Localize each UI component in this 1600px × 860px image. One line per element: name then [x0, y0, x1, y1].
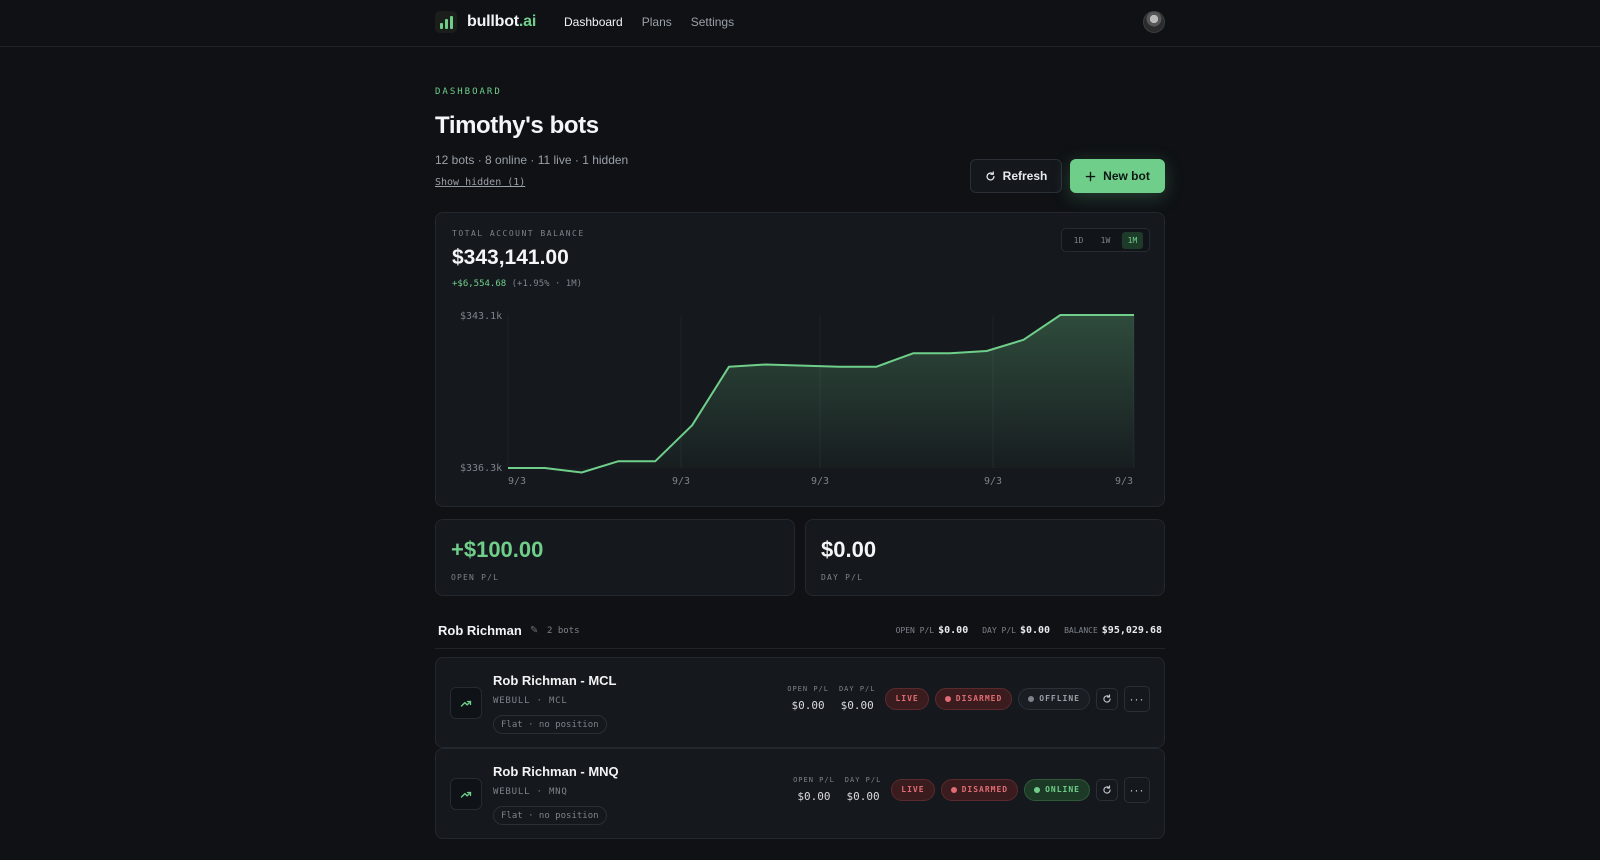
group-name: Rob Richman — [438, 623, 522, 638]
page-title: Timothy's bots — [435, 112, 599, 139]
balance-change: +$6,554.68 (+1.95% · 1M) — [452, 279, 582, 289]
balance-change-suffix: (+1.95% · 1M) — [511, 279, 583, 289]
bot-row[interactable]: Rob Richman - MNQ WEBULL · MNQ Flat · no… — [435, 748, 1165, 839]
open-pl-card: +$100.00 OPEN P/L — [435, 519, 795, 596]
connection-badge: OFFLINE — [1018, 687, 1090, 710]
bot-meta: WEBULL · MCL — [493, 696, 568, 706]
bot-open-pl: OPEN P/L $0.00 — [787, 685, 829, 712]
balance-value: $343,141.00 — [452, 246, 569, 269]
bot-day-pl: DAY P/L $0.00 — [844, 776, 882, 803]
arm-badge[interactable]: DISARMED — [940, 778, 1019, 801]
logo-icon — [435, 11, 457, 33]
group-balance: BALANCE $95,029.68 — [1064, 625, 1162, 636]
bot-open-pl: OPEN P/L $0.00 — [793, 776, 835, 803]
x-tick-label: 9/3 — [1115, 476, 1133, 487]
nav-links: Dashboard Plans Settings — [564, 15, 734, 29]
status-dot-icon — [1034, 786, 1041, 793]
status-dot-icon — [1028, 695, 1035, 702]
plus-icon — [1085, 171, 1096, 181]
refresh-label: Refresh — [1002, 169, 1048, 183]
x-tick-label: 9/3 — [672, 476, 690, 487]
nav-dashboard[interactable]: Dashboard — [564, 15, 623, 29]
group-count: 2 bots — [547, 626, 580, 636]
x-tick-label: 9/3 — [811, 476, 829, 487]
more-icon[interactable]: ··· — [1124, 685, 1150, 712]
balance-change-amount: +$6,554.68 — [452, 279, 507, 289]
group-open-pl: OPEN P/L $0.00 — [895, 625, 969, 636]
group-header: Rob Richman ✎ 2 bots OPEN P/L $0.00 DAY P… — [435, 617, 1165, 649]
bot-position-badge: Flat · no position — [493, 806, 607, 825]
group-day-pl: DAY P/L $0.00 — [982, 625, 1051, 636]
arm-badge[interactable]: DISARMED — [934, 687, 1013, 710]
brand[interactable]: bullbot.ai — [435, 11, 536, 33]
range-1m[interactable]: 1M — [1121, 231, 1144, 249]
refresh-button[interactable]: Refresh — [970, 159, 1062, 193]
refresh-icon — [1103, 693, 1111, 703]
x-tick-label: 9/3 — [508, 476, 526, 487]
y-tick-label: $336.3k — [460, 463, 502, 474]
range-selector: 1D 1W 1M — [1061, 228, 1150, 252]
bot-row[interactable]: Rob Richman - MCL WEBULL · MCL Flat · no… — [435, 657, 1165, 748]
day-pl-value: $0.00 — [821, 537, 877, 562]
page-eyebrow: DASHBOARD — [435, 87, 502, 97]
connection-badge: ONLINE — [1024, 778, 1090, 801]
mode-badge[interactable]: LIVE — [885, 687, 929, 710]
bot-controls: OPEN P/L $0.00 DAY P/L $0.00 LIVE DISARMED… — [793, 776, 1150, 803]
bot-name: Rob Richman - MCL — [493, 673, 617, 688]
more-icon[interactable]: ··· — [1124, 776, 1150, 803]
refresh-icon — [1103, 784, 1111, 794]
show-hidden-link[interactable]: Show hidden (1) — [435, 177, 525, 188]
bot-controls: OPEN P/L $0.00 DAY P/L $0.00 LIVE DISARMED… — [787, 685, 1150, 712]
range-1d[interactable]: 1D — [1068, 232, 1090, 249]
trending-up-icon — [450, 687, 482, 719]
chart-area — [508, 315, 1134, 473]
brand-name: bullbot.ai — [467, 13, 537, 30]
bot-position-badge: Flat · no position — [493, 715, 607, 734]
y-tick-label: $343.1k — [460, 311, 502, 322]
group-stats: OPEN P/L $0.00 DAY P/L $0.00 BALANCE $95,02… — [896, 625, 1162, 636]
top-nav: bullbot.ai Dashboard Plans Settings — [0, 0, 1600, 47]
bot-day-pl: DAY P/L $0.00 — [838, 685, 876, 712]
trending-up-icon — [450, 778, 482, 810]
nav-settings[interactable]: Settings — [691, 15, 734, 29]
x-tick-label: 9/3 — [984, 476, 1002, 487]
edit-icon[interactable]: ✎ — [530, 625, 538, 636]
restart-button[interactable] — [1096, 778, 1118, 801]
day-pl-card: $0.00 DAY P/L — [805, 519, 1165, 596]
refresh-icon — [986, 170, 995, 181]
nav-plans[interactable]: Plans — [642, 15, 672, 29]
new-bot-button[interactable]: New bot — [1070, 159, 1165, 193]
balance-card: $343.1k $336.3k 9/3 9/3 9/3 9/3 9/3 TOTAL ACCO… — [435, 212, 1165, 507]
restart-button[interactable] — [1096, 687, 1118, 710]
avatar[interactable] — [1143, 11, 1165, 33]
new-bot-label: New bot — [1103, 169, 1150, 183]
status-dot-icon — [944, 695, 951, 702]
mode-badge[interactable]: LIVE — [891, 778, 935, 801]
day-pl-label: DAY P/L — [821, 573, 864, 582]
page-subtitle: 12 bots · 8 online · 11 live · 1 hidden — [435, 153, 629, 167]
status-dot-icon — [950, 786, 957, 793]
balance-label: TOTAL ACCOUNT BALANCE — [452, 229, 585, 238]
bot-meta: WEBULL · MNQ — [493, 787, 568, 797]
open-pl-label: OPEN P/L — [451, 573, 500, 582]
bot-name: Rob Richman - MNQ — [493, 764, 619, 779]
open-pl-value: +$100.00 — [451, 537, 544, 562]
range-1w[interactable]: 1W — [1095, 232, 1117, 249]
